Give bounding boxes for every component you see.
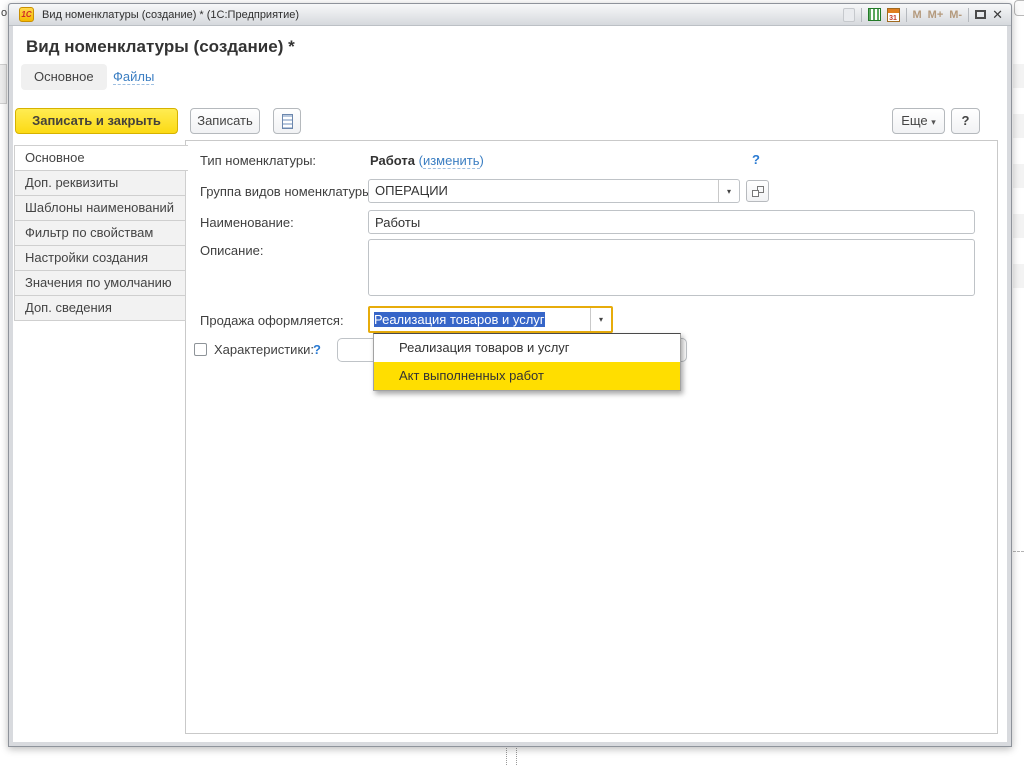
name-label: Наименование: [200,215,294,230]
background-button-fragment [1014,0,1024,16]
background-window-fragment [0,64,7,104]
sidebar-item-default-values[interactable]: Значения по умолчанию [14,270,186,296]
background-dashed-line [1013,551,1024,552]
document-icon [843,8,855,22]
titlebar-divider [906,8,907,22]
close-icon[interactable]: ✕ [992,5,1003,25]
chevron-down-icon: ▾ [931,117,936,127]
sidebar-item-creation-settings[interactable]: Настройки создания [14,245,186,271]
name-input[interactable] [368,210,975,234]
sidebar-item-name-templates[interactable]: Шаблоны наименований [14,195,186,221]
memory-m-button[interactable]: M [913,5,922,25]
memory-m-plus-button[interactable]: M+ [928,5,944,25]
background-form-rows [1013,64,1024,288]
characteristics-label: Характеристики: [214,342,314,357]
sidebar-item-additional-attributes[interactable]: Доп. реквизиты [14,170,186,196]
sale-dropdown-list: Реализация товаров и услуг Акт выполненн… [373,333,681,391]
background-stray-text: o [1,7,7,19]
tab-files[interactable]: Файлы [113,70,154,85]
description-label: Описание: [200,243,263,258]
sidebar-item-main[interactable]: Основное [14,145,188,171]
open-picker-button[interactable] [746,180,769,202]
type-value-text: Работа [370,153,415,168]
save-button[interactable]: Записать [190,108,260,134]
window-title: Вид номенклатуры (создание) * (1С:Предпр… [42,9,299,21]
dropdown-arrow-icon[interactable]: ▾ [718,180,739,202]
more-button[interactable]: Еще ▾ [892,108,945,134]
paren-close: ) [480,153,484,168]
splitter-handle[interactable] [506,748,517,765]
type-value: Работа (изменить) [370,153,484,168]
titlebar-divider [861,8,862,22]
description-textarea[interactable] [368,239,975,296]
titlebar-divider [968,8,969,22]
sale-combobox-value: Реализация товаров и услуг [374,312,545,327]
page-title: Вид номенклатуры (создание) * [26,37,295,57]
calculator-icon[interactable] [868,8,881,21]
sidebar-tabs: Основное Доп. реквизиты Шаблоны наименов… [14,145,188,321]
group-label: Группа видов номенклатуры: [200,184,375,199]
list-button[interactable] [273,108,301,134]
dropdown-option-realization[interactable]: Реализация товаров и услуг [374,334,680,362]
calendar-icon[interactable]: 31 [887,8,900,22]
more-button-label: Еще [901,113,927,128]
group-combobox[interactable]: ОПЕРАЦИИ ▾ [368,179,740,203]
help-button[interactable]: ? [951,108,980,134]
sidebar-item-property-filter[interactable]: Фильтр по свойствам [14,220,186,246]
type-label: Тип номенклатуры: [200,153,316,168]
list-icon [282,114,293,129]
open-picker-icon [752,186,764,197]
app-logo-icon: 1С [19,7,34,22]
dialog-window: 1С Вид номенклатуры (создание) * (1С:Пре… [8,3,1012,747]
maximize-icon[interactable] [975,10,986,19]
dropdown-option-act[interactable]: Акт выполненных работ [374,362,680,390]
save-and-close-button[interactable]: Записать и закрыть [15,108,178,134]
sale-label: Продажа оформляется: [200,313,344,328]
group-combobox-value: ОПЕРАЦИИ [369,180,718,202]
tab-main[interactable]: Основное [21,64,107,90]
sale-combobox[interactable]: Реализация товаров и услуг ▾ [368,306,613,333]
help-icon[interactable]: ? [313,342,321,357]
dialog-body: Вид номенклатуры (создание) * Основное Ф… [13,26,1007,742]
memory-m-minus-button[interactable]: M- [949,5,962,25]
type-change-link[interactable]: изменить [423,153,480,169]
help-icon[interactable]: ? [752,152,760,167]
characteristics-checkbox[interactable] [194,343,207,356]
dropdown-arrow-icon[interactable]: ▾ [590,308,611,331]
title-bar: 1С Вид номенклатуры (создание) * (1С:Пре… [9,4,1011,26]
sidebar-item-additional-info[interactable]: Доп. сведения [14,295,186,321]
